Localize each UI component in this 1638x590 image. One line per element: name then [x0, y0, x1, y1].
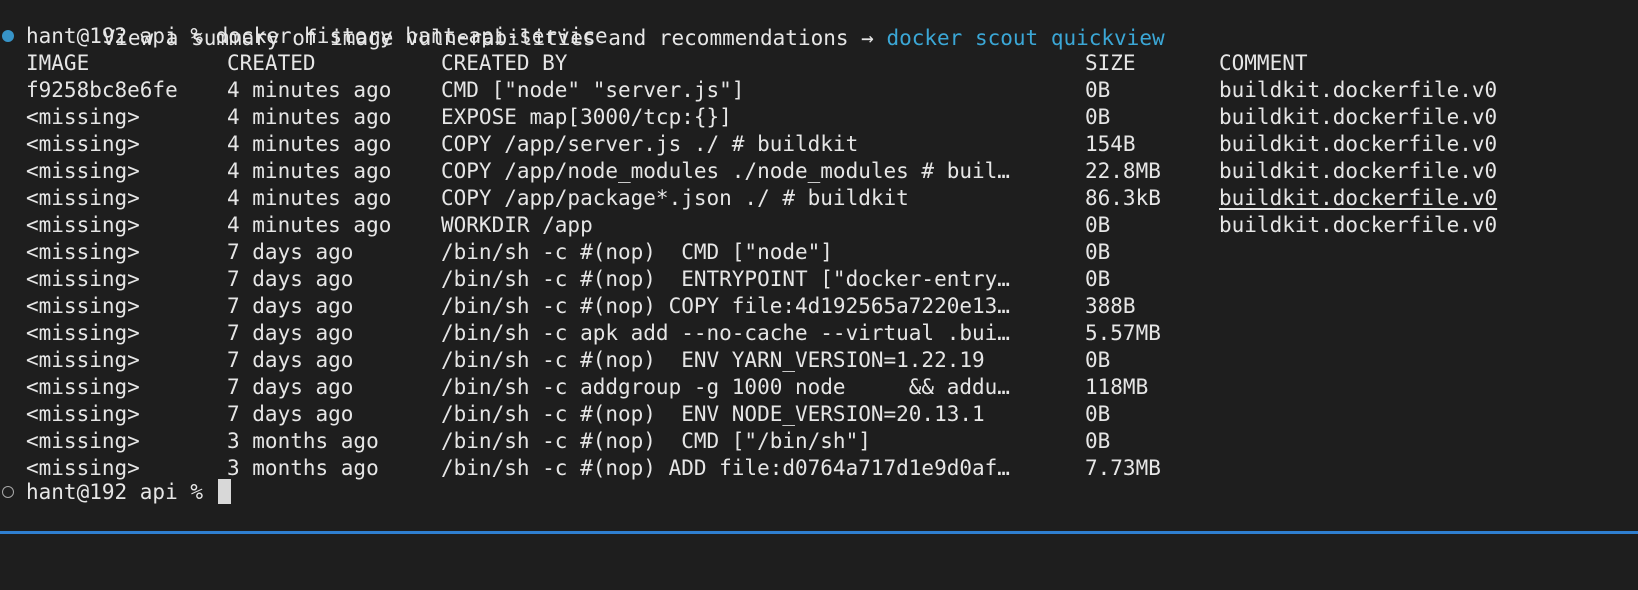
cell-created-by: /bin/sh -c #(nop) COPY file:4d192565a722… — [441, 294, 1010, 318]
header-created-by: CREATED BY — [441, 51, 568, 75]
cell-image: <missing> — [26, 159, 140, 183]
header-created: CREATED — [227, 51, 316, 75]
command-status-dot-icon[interactable] — [2, 30, 14, 42]
cell-comment: buildkit.dockerfile.v0 — [1219, 132, 1498, 156]
text-cursor[interactable] — [217, 479, 231, 504]
shell-prompt: hant@192 api % — [26, 24, 216, 48]
cell-image: <missing> — [26, 186, 140, 210]
cell-image: <missing> — [26, 402, 140, 426]
shell-prompt: hant@192 api % — [26, 480, 216, 504]
cell-created: 4 minutes ago — [227, 105, 392, 129]
cell-created: 4 minutes ago — [227, 159, 392, 183]
table-row: <missing> 7 days ago/bin/sh -c addgroup -… — [0, 373, 1638, 401]
cell-size: 22.8MB — [1085, 159, 1161, 183]
cell-created: 7 days ago — [227, 375, 354, 399]
cell-created-by: /bin/sh -c #(nop) ENV NODE_VERSION=20.13… — [441, 402, 985, 426]
table-row: <missing> 3 months ago/bin/sh -c #(nop) C… — [0, 427, 1638, 455]
cell-size: 0B — [1085, 240, 1111, 264]
cell-created: 7 days ago — [227, 321, 354, 345]
cell-image: <missing> — [26, 348, 140, 372]
table-header-row: IMAGE CREATED CREATED BY SIZE COMMENT — [0, 49, 1638, 77]
cell-image: <missing> — [26, 213, 140, 237]
table-row: <missing> 7 days ago/bin/sh -c #(nop) COP… — [0, 292, 1638, 320]
cell-created: 7 days ago — [227, 240, 354, 264]
cell-size: 5.57MB — [1085, 321, 1161, 345]
cell-image: <missing> — [26, 132, 140, 156]
header-size: SIZE — [1085, 51, 1136, 75]
table-row: <missing> 7 days ago/bin/sh -c #(nop) ENT… — [0, 265, 1638, 293]
cell-created-by: CMD ["node" "server.js"] — [441, 78, 745, 102]
table-row: <missing> 7 days ago/bin/sh -c #(nop) CMD… — [0, 238, 1638, 266]
cell-created: 4 minutes ago — [227, 213, 392, 237]
cell-created: 4 minutes ago — [227, 132, 392, 156]
cell-created-by: /bin/sh -c #(nop) CMD ["/bin/sh"] — [441, 429, 871, 453]
cell-comment[interactable]: buildkit.dockerfile.v0 — [1219, 184, 1497, 212]
cell-created-by: COPY /app/package*.json ./ # buildkit — [441, 186, 909, 210]
table-row: <missing> 7 days ago/bin/sh -c #(nop) ENV… — [0, 400, 1638, 428]
table-row: <missing> 4 minutes ago WORKDIR /app 0B buil… — [0, 211, 1638, 239]
cell-image: <missing> — [26, 240, 140, 264]
cell-image: <missing> — [26, 267, 140, 291]
header-comment: COMMENT — [1219, 51, 1308, 75]
cell-size: 0B — [1085, 213, 1111, 237]
prompt-text: hant@192 api % docker history hant-api-s… — [26, 22, 608, 50]
cell-image: f9258bc8e6fe — [26, 78, 178, 102]
cell-size: 0B — [1085, 267, 1111, 291]
cell-image: <missing> — [26, 105, 140, 129]
table-row: <missing> 7 days ago/bin/sh -c #(nop) ENV… — [0, 346, 1638, 374]
cell-size: 154B — [1085, 132, 1136, 156]
cell-comment: buildkit.dockerfile.v0 — [1219, 159, 1498, 183]
cell-size: 0B — [1085, 105, 1111, 129]
cell-size: 388B — [1085, 294, 1136, 318]
cell-created-by: COPY /app/node_modules ./node_modules # … — [441, 159, 1010, 183]
table-row: <missing> 4 minutes ago COPY /app/node_mod… — [0, 157, 1638, 185]
cell-created: 7 days ago — [227, 402, 354, 426]
cell-created: 4 minutes ago — [227, 186, 392, 210]
cell-image: <missing> — [26, 294, 140, 318]
cell-size: 118MB — [1085, 375, 1149, 399]
cell-image: <missing> — [26, 429, 140, 453]
cell-size: 0B — [1085, 402, 1111, 426]
cell-image: <missing> — [26, 375, 140, 399]
cell-created-by: /bin/sh -c #(nop) ENV YARN_VERSION=1.22.… — [441, 348, 985, 372]
table-row: <missing> 4 minutes ago COPY /app/package*… — [0, 184, 1638, 212]
cell-size: 0B — [1085, 348, 1111, 372]
cell-size: 86.3kB — [1085, 186, 1161, 210]
cell-created: 4 minutes ago — [227, 78, 392, 102]
cell-created-by: EXPOSE map[3000/tcp:{}] — [441, 105, 732, 129]
cell-created-by: /bin/sh -c #(nop) ENTRYPOINT ["docker-en… — [441, 267, 1010, 291]
cell-created: 7 days ago — [227, 348, 354, 372]
table-row: <missing> 4 minutes ago COPY /app/server.j… — [0, 130, 1638, 158]
cell-comment: buildkit.dockerfile.v0 — [1219, 213, 1498, 237]
header-image: IMAGE — [26, 51, 90, 75]
cell-size: 0B — [1085, 78, 1111, 102]
cell-created-by: /bin/sh -c addgroup -g 1000 node && addu… — [441, 375, 1010, 399]
table-row: f9258bc8e6fe 4 minutes ago CMD ["node" "se… — [0, 76, 1638, 104]
cell-created-by: COPY /app/server.js ./ # buildkit — [441, 132, 859, 156]
cell-created-by: WORKDIR /app — [441, 213, 593, 237]
cell-created-by: /bin/sh -c #(nop) CMD ["node"] — [441, 240, 833, 264]
table-row: <missing> 7 days ago/bin/sh -c apk add --… — [0, 319, 1638, 347]
command-text: docker history hant-api-service — [215, 24, 608, 48]
command-status-dot-icon — [2, 486, 14, 498]
final-prompt-line: hant@192 api % — [0, 478, 1638, 506]
table-row: <missing> 4 minutes ago EXPOSE map[3000/tc… — [0, 103, 1638, 131]
terminal[interactable]: View a summary of image vulnerabilities … — [0, 0, 1638, 530]
cell-created-by: /bin/sh -c apk add --no-cache --virtual … — [441, 321, 1010, 345]
cell-created: 7 days ago — [227, 267, 354, 291]
scout-hint-line: View a summary of image vulnerabilities … — [52, 0, 1165, 50]
cell-comment: buildkit.dockerfile.v0 — [1219, 105, 1498, 129]
cell-comment: buildkit.dockerfile.v0 — [1219, 78, 1498, 102]
cell-created: 7 days ago — [227, 294, 354, 318]
cell-created: 3 months ago — [227, 429, 379, 453]
cell-size: 0B — [1085, 429, 1111, 453]
command-prompt-line: hant@192 api % docker history hant-api-s… — [0, 22, 1638, 50]
cell-image: <missing> — [26, 321, 140, 345]
